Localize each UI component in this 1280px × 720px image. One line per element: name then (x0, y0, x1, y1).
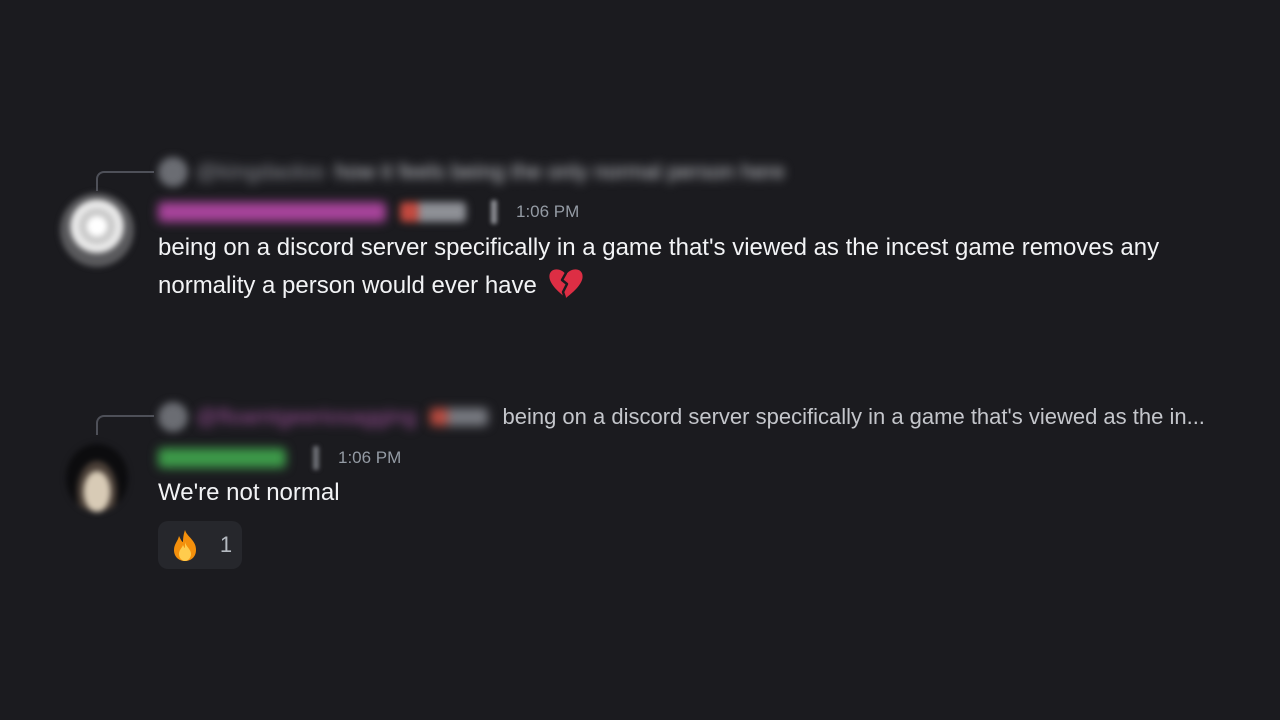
message-text: being on a discord server specifically i… (158, 234, 1160, 299)
broken-heart-icon (548, 269, 583, 299)
reply-author[interactable]: @kingdaoloo (196, 159, 325, 185)
username[interactable] (158, 202, 386, 222)
reply-avatar (158, 157, 188, 187)
message-content: being on a discord server specifically i… (158, 229, 1188, 305)
reply-snippet[interactable]: how it feels being the only normal perso… (335, 159, 785, 185)
reply-spine (96, 415, 154, 435)
username[interactable] (158, 448, 286, 468)
message-content: We're not normal (158, 474, 340, 512)
reply-preview[interactable]: @kingdaoloo how it feels being the only … (158, 157, 785, 187)
reaction-count: 1 (219, 532, 233, 557)
avatar[interactable] (60, 193, 134, 267)
tag-icon (313, 446, 319, 470)
reply-avatar (158, 402, 188, 432)
reply-preview[interactable]: @floamtgeeriosagging being on a discord … (158, 402, 1205, 432)
reply-badge (430, 408, 489, 426)
message-header: 1:06 PM (158, 446, 401, 470)
reply-snippet[interactable]: being on a discord server specifically i… (502, 404, 1204, 430)
reaction-button[interactable]: 1 (158, 521, 242, 569)
reply-spine (96, 171, 154, 191)
role-badge[interactable] (400, 202, 466, 222)
timestamp: 1:06 PM (516, 202, 580, 221)
fire-icon (173, 530, 196, 561)
reply-author[interactable]: @floamtgeeriosagging (196, 404, 416, 430)
timestamp: 1:06 PM (338, 448, 402, 467)
avatar[interactable] (66, 444, 128, 512)
chat-log: @kingdaoloo how it feels being the only … (0, 0, 1280, 720)
tag-icon (491, 200, 497, 224)
message-text: We're not normal (158, 479, 340, 506)
message-header: 1:06 PM (158, 200, 579, 224)
